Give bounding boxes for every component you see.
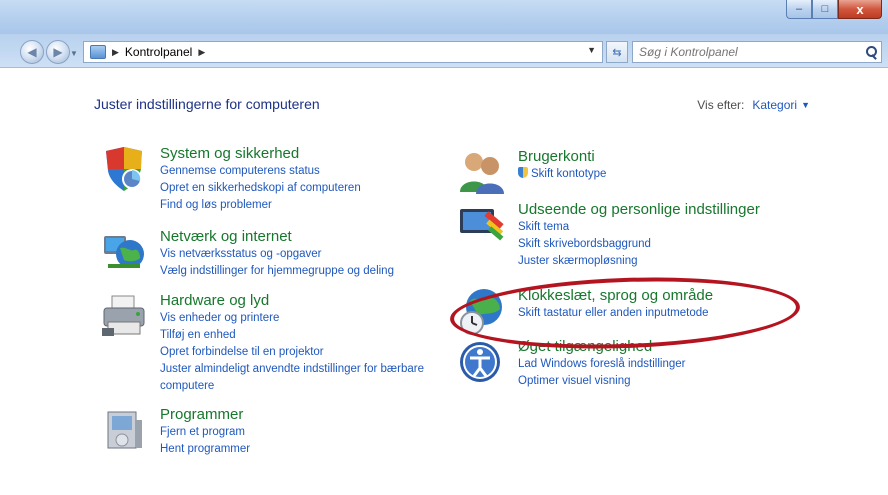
- category-link[interactable]: Tilføj en enhed: [160, 327, 424, 344]
- refresh-button[interactable]: ⇆: [606, 41, 628, 63]
- network-globe-icon: [104, 236, 144, 268]
- appearance-paintbrush-icon: [460, 209, 504, 241]
- address-dropdown-icon[interactable]: ▼: [587, 45, 596, 55]
- forward-button[interactable]: ▶: [46, 40, 70, 64]
- content-area: Juster indstillingerne for computeren Vi…: [0, 68, 888, 495]
- search-icon[interactable]: [861, 42, 881, 62]
- category-link[interactable]: Vælg indstillinger for hjemmegruppe og d…: [160, 263, 394, 280]
- category-link[interactable]: Lad Windows foreslå indstillinger: [518, 356, 685, 373]
- breadcrumb-arrow-icon[interactable]: ▶: [112, 47, 119, 58]
- breadcrumb-kontrolpanel[interactable]: Kontrolpanel: [125, 45, 192, 59]
- title-bar: – □ x: [0, 0, 888, 34]
- category-title[interactable]: Netværk og internet: [160, 228, 394, 246]
- search-input[interactable]: [633, 43, 861, 61]
- category-title[interactable]: System og sikkerhed: [160, 145, 361, 163]
- category-title[interactable]: Hardware og lyd: [160, 292, 424, 310]
- maximize-button[interactable]: □: [812, 0, 838, 19]
- forward-arrow-icon: ▶: [53, 45, 63, 59]
- category-link[interactable]: Optimer visuel visning: [518, 373, 685, 390]
- category-link[interactable]: Skift skrivebordsbaggrund: [518, 236, 760, 253]
- category-link[interactable]: Juster almindeligt anvendte indstillinge…: [160, 361, 424, 378]
- minimize-button[interactable]: –: [786, 0, 812, 19]
- ease-of-access-icon: [460, 342, 500, 382]
- address-row: ◀ ▶ ▼ ▶ Kontrolpanel ▶ ▼ ⇆: [0, 34, 888, 68]
- page-title: Juster indstillingerne for computeren: [94, 96, 320, 112]
- category-link[interactable]: Find og løs problemer: [160, 197, 361, 214]
- view-by: Vis efter: Kategori ▼: [697, 98, 810, 112]
- user-accounts-icon: [460, 153, 504, 194]
- category-link[interactable]: Hent programmer: [160, 441, 250, 458]
- close-button[interactable]: x: [838, 0, 882, 19]
- security-shield-icon: [106, 147, 142, 191]
- category-link[interactable]: Opret forbindelse til en projektor: [160, 344, 424, 361]
- category-title[interactable]: Brugerkonti: [518, 148, 606, 166]
- printer-icon: [102, 295, 145, 336]
- category-title[interactable]: Programmer: [160, 406, 250, 424]
- category-link[interactable]: Skift tema: [518, 219, 760, 236]
- category-link[interactable]: Skift kontotype: [518, 166, 606, 183]
- breadcrumb-arrow-icon[interactable]: ▶: [198, 47, 205, 58]
- search-box[interactable]: [632, 41, 882, 63]
- category-link[interactable]: Fjern et program: [160, 424, 250, 441]
- programs-box-icon: [107, 411, 142, 449]
- category-title[interactable]: Udseende og personlige indstillinger: [518, 201, 760, 219]
- back-arrow-icon: ◀: [27, 45, 37, 59]
- refresh-icon: ⇆: [612, 46, 622, 59]
- window-controls: – □ x: [786, 0, 882, 20]
- recent-pages-dropdown[interactable]: ▼: [70, 49, 78, 58]
- category-link[interactable]: Opret en sikkerhedskopi af computeren: [160, 180, 361, 197]
- chevron-down-icon[interactable]: ▼: [801, 100, 810, 110]
- category-link[interactable]: Juster skærmopløsning: [518, 253, 760, 270]
- control-panel-icon: [90, 45, 106, 59]
- category-link[interactable]: computere: [160, 378, 424, 395]
- view-by-dropdown[interactable]: Kategori: [752, 98, 797, 112]
- address-bar[interactable]: ▶ Kontrolpanel ▶ ▼: [83, 41, 603, 63]
- view-by-label: Vis efter:: [697, 98, 745, 112]
- back-button[interactable]: ◀: [20, 40, 44, 64]
- category-link[interactable]: Vis netværksstatus og -opgaver: [160, 246, 394, 263]
- category-link[interactable]: Gennemse computerens status: [160, 163, 361, 180]
- category-link[interactable]: Vis enheder og printere: [160, 310, 424, 327]
